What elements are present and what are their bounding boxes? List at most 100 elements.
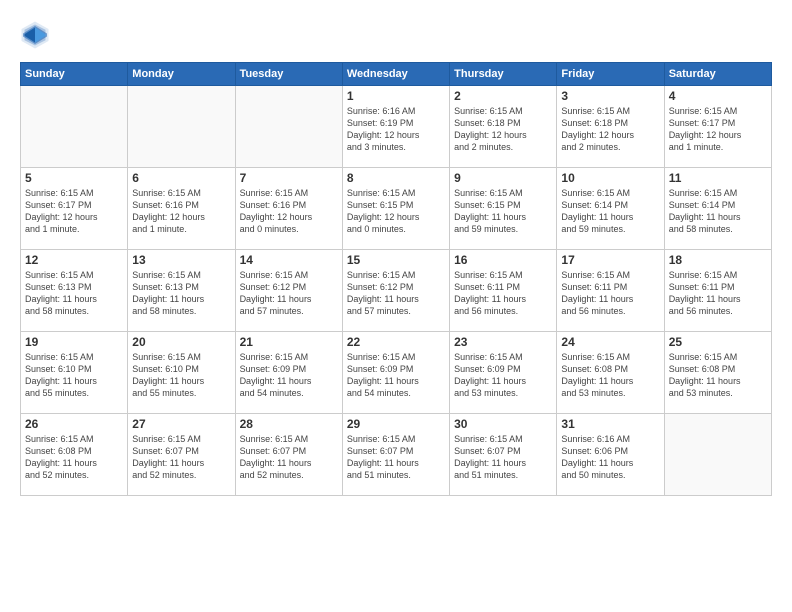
logo-icon <box>20 20 50 50</box>
calendar-cell: 13Sunrise: 6:15 AMSunset: 6:13 PMDayligh… <box>128 250 235 332</box>
calendar-cell: 1Sunrise: 6:16 AMSunset: 6:19 PMDaylight… <box>342 86 449 168</box>
day-info-line: and 52 minutes. <box>132 470 196 480</box>
calendar-week-4: 19Sunrise: 6:15 AMSunset: 6:10 PMDayligh… <box>21 332 772 414</box>
day-info-line: and 54 minutes. <box>240 388 304 398</box>
day-number: 10 <box>561 171 659 185</box>
calendar-week-1: 1Sunrise: 6:16 AMSunset: 6:19 PMDaylight… <box>21 86 772 168</box>
day-info: Sunrise: 6:15 AMSunset: 6:07 PMDaylight:… <box>347 433 445 482</box>
day-info-line: Sunrise: 6:15 AM <box>347 270 416 280</box>
day-info-line: and 0 minutes. <box>347 224 406 234</box>
day-info-line: Daylight: 11 hours <box>240 376 312 386</box>
day-info-line: Sunset: 6:17 PM <box>669 118 736 128</box>
calendar-cell: 27Sunrise: 6:15 AMSunset: 6:07 PMDayligh… <box>128 414 235 496</box>
day-info-line: Sunrise: 6:15 AM <box>25 352 94 362</box>
day-info-line: Daylight: 11 hours <box>347 376 419 386</box>
day-info-line: Sunset: 6:18 PM <box>454 118 521 128</box>
day-info-line: and 3 minutes. <box>347 142 406 152</box>
calendar-cell: 23Sunrise: 6:15 AMSunset: 6:09 PMDayligh… <box>450 332 557 414</box>
day-number: 9 <box>454 171 552 185</box>
calendar-cell: 5Sunrise: 6:15 AMSunset: 6:17 PMDaylight… <box>21 168 128 250</box>
day-info-line: Sunrise: 6:15 AM <box>240 434 309 444</box>
day-info-line: Daylight: 12 hours <box>454 130 527 140</box>
day-info-line: Daylight: 11 hours <box>561 458 633 468</box>
day-number: 12 <box>25 253 123 267</box>
calendar-cell: 24Sunrise: 6:15 AMSunset: 6:08 PMDayligh… <box>557 332 664 414</box>
calendar-cell: 30Sunrise: 6:15 AMSunset: 6:07 PMDayligh… <box>450 414 557 496</box>
day-info-line: and 58 minutes. <box>132 306 196 316</box>
calendar-cell: 8 Sunrise: 6:15 AMSunset: 6:15 PMDaylight… <box>342 168 449 250</box>
day-info-line: and 57 minutes. <box>240 306 304 316</box>
day-number: 18 <box>669 253 767 267</box>
day-info-line: and 52 minutes. <box>240 470 304 480</box>
day-info-line: Sunrise: 6:15 AM <box>347 188 416 198</box>
header <box>20 20 772 50</box>
day-info-line: and 51 minutes. <box>454 470 518 480</box>
day-info-line: Sunrise: 6:15 AM <box>561 352 630 362</box>
day-info-line: Sunrise: 6:15 AM <box>132 270 201 280</box>
weekday-header-monday: Monday <box>128 63 235 86</box>
day-info-line: and 53 minutes. <box>561 388 625 398</box>
day-number: 6 <box>132 171 230 185</box>
day-info-line: Sunset: 6:14 PM <box>561 200 628 210</box>
day-info: Sunrise: 6:15 AMSunset: 6:10 PMDaylight:… <box>25 351 123 400</box>
calendar-cell: 25Sunrise: 6:15 AMSunset: 6:08 PMDayligh… <box>664 332 771 414</box>
day-number: 22 <box>347 335 445 349</box>
calendar-cell: 21Sunrise: 6:15 AMSunset: 6:09 PMDayligh… <box>235 332 342 414</box>
calendar-cell: 7Sunrise: 6:15 AMSunset: 6:16 PMDaylight… <box>235 168 342 250</box>
day-info-line: and 50 minutes. <box>561 470 625 480</box>
day-info-line: Daylight: 11 hours <box>347 458 419 468</box>
calendar-cell: 14Sunrise: 6:15 AMSunset: 6:12 PMDayligh… <box>235 250 342 332</box>
calendar-cell <box>21 86 128 168</box>
day-info-line: Daylight: 11 hours <box>240 294 312 304</box>
day-info: Sunrise: 6:15 AMSunset: 6:08 PMDaylight:… <box>669 351 767 400</box>
day-number: 24 <box>561 335 659 349</box>
day-info-line: Sunrise: 6:15 AM <box>132 434 201 444</box>
day-info: Sunrise: 6:15 AMSunset: 6:10 PMDaylight:… <box>132 351 230 400</box>
day-number: 26 <box>25 417 123 431</box>
day-info-line: Sunrise: 6:15 AM <box>25 188 94 198</box>
weekday-header-row: SundayMondayTuesdayWednesdayThursdayFrid… <box>21 63 772 86</box>
calendar-cell: 11Sunrise: 6:15 AMSunset: 6:14 PMDayligh… <box>664 168 771 250</box>
day-info-line: Daylight: 11 hours <box>25 294 97 304</box>
day-info-line: Sunrise: 6:15 AM <box>454 434 523 444</box>
day-info-line: Sunrise: 6:15 AM <box>25 434 94 444</box>
day-info-line: Sunset: 6:07 PM <box>454 446 521 456</box>
day-info-line: Sunrise: 6:15 AM <box>347 434 416 444</box>
day-info-line: Sunrise: 6:15 AM <box>561 188 630 198</box>
day-info-line: Sunrise: 6:16 AM <box>561 434 630 444</box>
day-info: Sunrise: 6:15 AMSunset: 6:09 PMDaylight:… <box>347 351 445 400</box>
day-info: Sunrise: 6:15 AMSunset: 6:16 PMDaylight:… <box>132 187 230 236</box>
day-info-line: and 1 minute. <box>132 224 187 234</box>
day-info: Sunrise: 6:15 AMSunset: 6:15 PMDaylight:… <box>347 187 445 236</box>
calendar-cell: 26Sunrise: 6:15 AMSunset: 6:08 PMDayligh… <box>21 414 128 496</box>
day-info-line: and 2 minutes. <box>561 142 620 152</box>
day-info-line: Sunset: 6:12 PM <box>347 282 414 292</box>
day-number: 19 <box>25 335 123 349</box>
day-info: Sunrise: 6:15 AMSunset: 6:13 PMDaylight:… <box>25 269 123 318</box>
calendar-cell: 2Sunrise: 6:15 AMSunset: 6:18 PMDaylight… <box>450 86 557 168</box>
day-info-line: Sunset: 6:08 PM <box>669 364 736 374</box>
day-number: 8 <box>347 171 445 185</box>
day-info-line: Sunrise: 6:15 AM <box>240 188 309 198</box>
calendar-cell: 3Sunrise: 6:15 AMSunset: 6:18 PMDaylight… <box>557 86 664 168</box>
calendar-cell: 28Sunrise: 6:15 AMSunset: 6:07 PMDayligh… <box>235 414 342 496</box>
day-info-line: Daylight: 12 hours <box>25 212 98 222</box>
day-info-line: and 58 minutes. <box>669 224 733 234</box>
day-number: 11 <box>669 171 767 185</box>
day-info-line: Daylight: 11 hours <box>561 212 633 222</box>
day-info-line: Daylight: 11 hours <box>669 212 741 222</box>
day-info-line: Daylight: 11 hours <box>561 376 633 386</box>
day-info-line: Sunrise: 6:15 AM <box>669 352 738 362</box>
day-info-line: Daylight: 11 hours <box>454 212 526 222</box>
calendar-cell <box>664 414 771 496</box>
weekday-header-thursday: Thursday <box>450 63 557 86</box>
day-info-line: and 2 minutes. <box>454 142 513 152</box>
day-number: 7 <box>240 171 338 185</box>
day-info-line: and 51 minutes. <box>347 470 411 480</box>
day-info-line: Sunset: 6:19 PM <box>347 118 414 128</box>
day-info-line: Sunset: 6:16 PM <box>240 200 307 210</box>
day-info-line: Sunset: 6:10 PM <box>25 364 92 374</box>
day-info: Sunrise: 6:15 AMSunset: 6:09 PMDaylight:… <box>454 351 552 400</box>
day-info-line: and 53 minutes. <box>669 388 733 398</box>
calendar-cell: 12 Sunrise: 6:15 AMSunset: 6:13 PMDayligh… <box>21 250 128 332</box>
